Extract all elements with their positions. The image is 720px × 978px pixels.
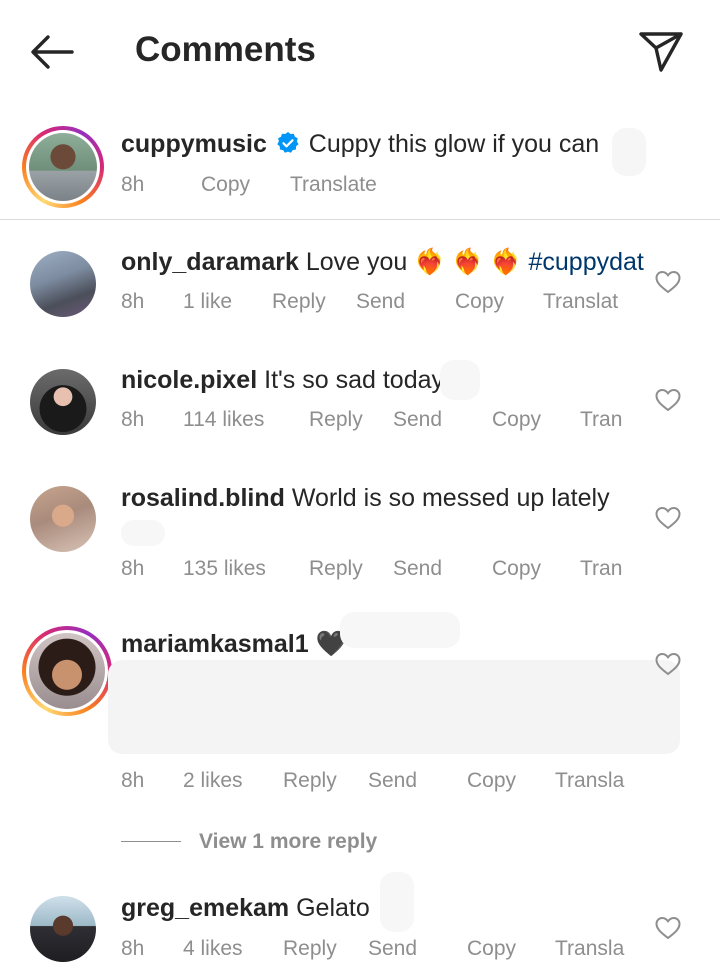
- likes-count[interactable]: 1 like: [183, 290, 232, 314]
- avatar: [29, 133, 97, 201]
- caption-meta: 8h Copy Translate: [121, 173, 421, 199]
- comment-time: 8h: [121, 937, 145, 960]
- send-button[interactable]: Send: [368, 769, 417, 793]
- comment-username[interactable]: mariamkasmal1: [121, 630, 309, 658]
- avatar: [29, 633, 105, 709]
- caption-text: cuppymusic Cuppy this glow if you can: [121, 130, 599, 159]
- heart-outline-icon[interactable]: [655, 388, 681, 412]
- verified-badge-icon: [277, 132, 299, 153]
- avatar-story-ring[interactable]: [22, 626, 112, 716]
- comment-body: Love you: [305, 248, 408, 276]
- caption-body: Cuppy this glow if you can: [308, 130, 600, 158]
- copy-button[interactable]: Copy: [467, 937, 516, 961]
- heart-outline-icon[interactable]: [655, 652, 681, 676]
- likes-count[interactable]: 114 likes: [183, 408, 264, 432]
- comment-time: 8h: [121, 769, 145, 792]
- send-button[interactable]: Send: [393, 408, 442, 432]
- comment-meta: 8h 114 likes Reply Send Copy Tran: [121, 408, 641, 434]
- reply-button[interactable]: Reply: [309, 408, 363, 432]
- comment-meta: 8h 2 likes Reply Send Copy Transla: [121, 769, 641, 795]
- blurred-area: [121, 520, 165, 546]
- comment-body: Gelato: [296, 894, 370, 922]
- comment-username[interactable]: rosalind.blind: [121, 484, 285, 512]
- comment-body: It's so sad today: [264, 366, 444, 394]
- copy-button[interactable]: Copy: [201, 173, 250, 197]
- comment-time: 8h: [121, 557, 145, 580]
- translate-button[interactable]: Transla: [555, 769, 624, 793]
- replies-divider-line: [121, 841, 181, 842]
- reply-button[interactable]: Reply: [283, 769, 337, 793]
- blurred-area: [340, 612, 460, 648]
- fire-heart-emoji: ❤️‍🔥 ❤️‍🔥 ❤️‍🔥: [414, 248, 522, 276]
- comment-time: 8h: [121, 290, 145, 313]
- comment-text: only_daramark Love you ❤️‍🔥 ❤️‍🔥 ❤️‍🔥 #c…: [121, 248, 644, 277]
- avatar-story-ring[interactable]: [22, 126, 104, 208]
- copy-button[interactable]: Copy: [455, 290, 504, 314]
- page-title: Comments: [135, 30, 316, 69]
- heart-outline-icon[interactable]: [655, 506, 681, 530]
- back-arrow-icon[interactable]: [28, 32, 76, 72]
- blurred-area: [440, 360, 480, 400]
- copy-button[interactable]: Copy: [492, 408, 541, 432]
- comment-username[interactable]: greg_emekam: [121, 894, 289, 922]
- send-button[interactable]: Send: [356, 290, 405, 314]
- translate-button[interactable]: Tran: [580, 408, 622, 432]
- reply-button[interactable]: Reply: [272, 290, 326, 314]
- comment-meta: 8h 1 like Reply Send Copy Translat: [121, 290, 641, 316]
- avatar[interactable]: [30, 369, 96, 435]
- likes-count[interactable]: 2 likes: [183, 769, 243, 793]
- comment-text: rosalind.blind World is so messed up lat…: [121, 484, 610, 513]
- comment-body: World is so messed up lately: [291, 484, 610, 512]
- likes-count[interactable]: 4 likes: [183, 937, 243, 961]
- caption-time: 8h: [121, 173, 145, 196]
- comment-username[interactable]: nicole.pixel: [121, 366, 257, 394]
- comment-meta: 8h 135 likes Reply Send Copy Tran: [121, 557, 641, 583]
- comment-username[interactable]: only_daramark: [121, 248, 299, 276]
- blurred-area: [380, 872, 414, 932]
- likes-count[interactable]: 135 likes: [183, 557, 266, 581]
- send-button[interactable]: Send: [393, 557, 442, 581]
- copy-button[interactable]: Copy: [467, 769, 516, 793]
- divider: [0, 219, 720, 220]
- view-more-replies-button[interactable]: View 1 more reply: [199, 830, 377, 854]
- reply-button[interactable]: Reply: [283, 937, 337, 961]
- reply-button[interactable]: Reply: [309, 557, 363, 581]
- direct-send-icon[interactable]: [636, 28, 686, 74]
- hashtag-link[interactable]: #cuppydat: [528, 248, 643, 276]
- comment-text: mariamkasmal1 🖤: [121, 630, 347, 659]
- comment-text: greg_emekam Gelato: [121, 894, 370, 923]
- translate-button[interactable]: Tran: [580, 557, 622, 581]
- send-button[interactable]: Send: [368, 937, 417, 961]
- translate-button[interactable]: Transla: [555, 937, 624, 961]
- blurred-area: [108, 660, 680, 754]
- avatar[interactable]: [30, 896, 96, 962]
- caption-username[interactable]: cuppymusic: [121, 130, 267, 158]
- avatar[interactable]: [30, 486, 96, 552]
- comment-time: 8h: [121, 408, 145, 431]
- heart-outline-icon[interactable]: [655, 270, 681, 294]
- heart-outline-icon[interactable]: [655, 916, 681, 940]
- avatar[interactable]: [30, 251, 96, 317]
- comment-meta: 8h 4 likes Reply Send Copy Transla: [121, 937, 641, 963]
- translate-button[interactable]: Translat: [543, 290, 618, 314]
- blurred-area: [612, 128, 646, 176]
- comment-text: nicole.pixel It's so sad today: [121, 366, 444, 395]
- copy-button[interactable]: Copy: [492, 557, 541, 581]
- translate-button[interactable]: Translate: [290, 173, 377, 197]
